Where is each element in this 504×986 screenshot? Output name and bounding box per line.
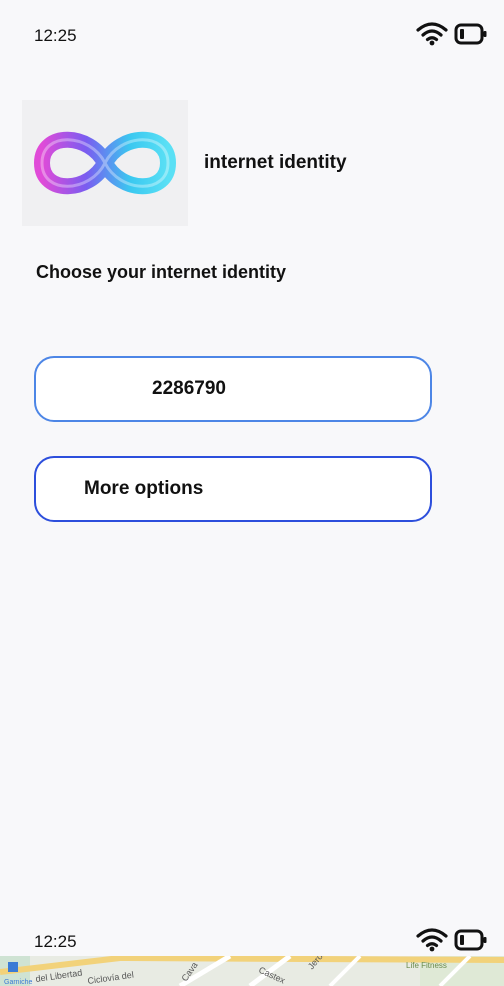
wifi-icon (416, 21, 448, 51)
status-time-bottom: 12:25 (34, 932, 77, 951)
battery-icon (454, 22, 488, 51)
phone-screen: 12:25 internet identity Choose your inte… (0, 0, 504, 986)
identity-button-label: 2286790 (152, 378, 226, 399)
more-options-button[interactable]: More options (34, 456, 432, 522)
wifi-icon (416, 927, 448, 957)
status-icons (416, 21, 488, 51)
map-strip: del Libertad Ciclovía del Cava Castex Je… (0, 956, 504, 986)
map-label: Life Fitness (406, 961, 447, 970)
app-header: internet identity (22, 100, 347, 226)
battery-icon (454, 928, 488, 957)
infinity-logo-icon (22, 100, 188, 226)
identity-button[interactable]: 2286790 (34, 356, 432, 422)
map-label: Garniche (4, 979, 33, 986)
status-time: 12:25 (34, 26, 77, 45)
status-icons-bottom (416, 927, 488, 957)
status-bar-top: 12:25 (0, 14, 504, 58)
more-options-button-label: More options (84, 478, 204, 499)
app-name: internet identity (204, 152, 347, 173)
page-title: Choose your internet identity (36, 262, 287, 282)
